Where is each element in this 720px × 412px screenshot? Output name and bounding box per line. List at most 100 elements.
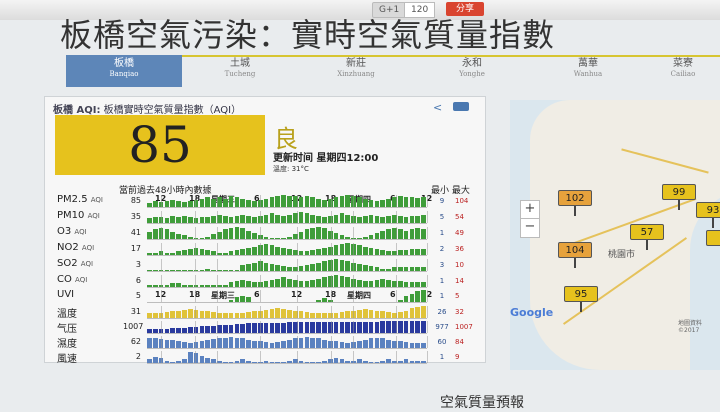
grid-line xyxy=(331,211,332,223)
grid-line xyxy=(260,351,261,363)
spark-bar xyxy=(304,281,310,287)
aqi-marker[interactable]: 102 xyxy=(558,190,592,216)
zoom-out-button[interactable]: − xyxy=(520,218,540,238)
row-min: 3 xyxy=(439,261,445,269)
spark-bar xyxy=(281,309,286,318)
spark-bar xyxy=(164,201,170,207)
spark-bar xyxy=(187,236,193,239)
row-current-value: 35 xyxy=(130,212,141,221)
station-tabs: 板橋 Banqiao 土城 Tucheng 新莊 Xinzhuang 永和 Yonghe… xyxy=(66,55,720,88)
spark-bar xyxy=(152,229,158,239)
spark-bar xyxy=(386,321,391,333)
row-max: 104 xyxy=(455,197,469,205)
row-unit: AQI xyxy=(81,244,95,252)
aqi-marker[interactable]: 93 xyxy=(696,202,720,228)
share-icon[interactable]: < xyxy=(433,101,442,114)
grid-line xyxy=(396,351,397,363)
tab-xinzhuang[interactable]: 新莊 Xinzhuang xyxy=(298,55,414,87)
row-label-text: SO2 xyxy=(57,258,78,269)
spark-bar xyxy=(240,324,246,333)
zoom-in-button[interactable]: + xyxy=(520,200,540,220)
row-label-text: O3 xyxy=(57,226,72,237)
spark-bar xyxy=(211,359,216,363)
row-label-0: PM2.5 AQI xyxy=(57,194,103,205)
spark-bar xyxy=(187,249,193,255)
tab-wanhua[interactable]: 萬華 Wanhua xyxy=(530,55,646,87)
spark-bar xyxy=(333,259,339,271)
spark-bar xyxy=(211,269,216,271)
tab-yonghe[interactable]: 永和 Yonghe xyxy=(414,55,530,87)
map-panel[interactable]: + − 桃園市 102 99 93 57 104 6 95 Google 地圖資… xyxy=(510,100,720,370)
spark-bar xyxy=(333,312,339,318)
spark-bar xyxy=(380,250,386,255)
grid-line xyxy=(260,290,261,302)
spark-bar xyxy=(240,228,246,239)
spark-bar xyxy=(357,263,362,271)
row-sparkline xyxy=(147,321,428,334)
spark-bar xyxy=(187,201,193,207)
spark-bar xyxy=(397,250,403,255)
spark-bar xyxy=(240,265,246,271)
grid-line xyxy=(331,336,332,348)
spark-bar xyxy=(333,358,339,363)
row-min: 9 xyxy=(439,197,445,205)
spark-bar xyxy=(345,360,351,363)
spark-bar xyxy=(345,236,351,239)
spark-bar xyxy=(275,322,281,333)
row-label-text: UVI xyxy=(57,289,75,300)
spark-bar xyxy=(316,313,321,318)
spark-bar xyxy=(287,309,292,318)
row-label-text: 气压 xyxy=(57,324,77,335)
spark-bar xyxy=(170,215,176,223)
spark-bar xyxy=(152,269,158,271)
aqi-marker[interactable]: 95 xyxy=(564,286,598,312)
aqi-marker[interactable]: 57 xyxy=(630,224,664,250)
spark-bar xyxy=(182,202,187,207)
aqi-marker[interactable]: 6 xyxy=(706,230,720,246)
spark-bar xyxy=(269,263,275,271)
embed-icon[interactable] xyxy=(453,102,469,111)
grid-line xyxy=(353,195,354,207)
spark-bar xyxy=(386,268,391,271)
spark-bar xyxy=(397,215,403,223)
spark-bar xyxy=(234,197,240,207)
grid-line xyxy=(217,243,218,255)
aqi-marker[interactable]: 104 xyxy=(558,242,592,268)
spark-bar xyxy=(287,267,292,271)
spark-bar xyxy=(234,215,240,223)
grid-line xyxy=(297,306,298,318)
spark-bar xyxy=(176,310,181,318)
spark-bar xyxy=(222,313,228,318)
spark-bar xyxy=(205,311,211,318)
spark-bar xyxy=(409,197,415,207)
spark-bar xyxy=(152,357,158,363)
spark-bar xyxy=(403,296,409,302)
row-sparkline xyxy=(147,351,428,364)
spark-bar xyxy=(386,279,391,287)
spark-bar xyxy=(199,284,205,287)
spark-bar xyxy=(240,279,246,287)
grid-line xyxy=(260,227,261,239)
spark-bar xyxy=(164,252,170,255)
tab-tucheng[interactable]: 土城 Tucheng xyxy=(182,55,298,87)
grid-line xyxy=(297,351,298,363)
spark-bar xyxy=(269,213,275,223)
grid-line xyxy=(161,351,162,363)
row-min: 1 xyxy=(439,353,445,361)
tab-banqiao[interactable]: 板橋 Banqiao xyxy=(66,55,182,87)
row-current-value: 5 xyxy=(135,291,141,300)
spark-bar xyxy=(415,228,421,239)
spark-bar xyxy=(182,250,187,255)
grid-line xyxy=(396,227,397,239)
spark-bar xyxy=(397,281,403,287)
aqi-marker[interactable]: 99 xyxy=(662,184,696,210)
grid-line xyxy=(353,321,354,333)
spark-bar xyxy=(316,249,321,255)
spark-bar xyxy=(176,251,181,255)
grid-line xyxy=(161,275,162,287)
spark-bar xyxy=(187,309,193,318)
row-label-3: NO2 AQI xyxy=(57,242,94,253)
spark-bar xyxy=(409,229,415,239)
tab-cailiao[interactable]: 菜寮 Cailiao xyxy=(646,55,720,87)
spark-bar xyxy=(310,361,316,363)
